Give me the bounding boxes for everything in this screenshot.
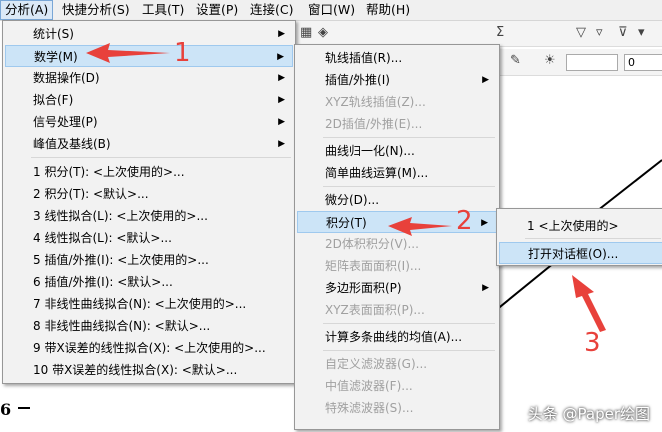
math-submenu-item-label: 多边形面积(P) (325, 281, 402, 295)
math-submenu-item-label: 微分(D)... (325, 193, 380, 207)
integral-submenu-item[interactable]: 1 <上次使用的> (499, 215, 662, 237)
analysis-menu-item[interactable]: 数学(M) ▶ (5, 45, 293, 67)
menu-separator (323, 350, 495, 351)
annotation-number-2: 2 (456, 206, 473, 236)
analysis-menu-recent-item-label: 4 线性拟合(L): <默认>... (33, 231, 172, 245)
analysis-menu-item[interactable]: 信号处理(P) ▶ (5, 111, 293, 133)
analysis-menu-item-label: 数学(M) (34, 50, 78, 64)
submenu-arrow-icon: ▶ (278, 73, 285, 83)
math-submenu-item-label: 简单曲线运算(M)... (325, 166, 429, 180)
math-submenu-item: XYZ轨线插值(Z)... (297, 91, 497, 113)
analysis-menu-recent-item-label: 9 带X误差的线性拟合(X): <上次使用的>... (33, 341, 266, 355)
watermark: 头条 @Paper绘图 (527, 405, 650, 423)
analysis-menu-recent-item-label: 8 非线性曲线拟合(N): <默认>... (33, 319, 211, 333)
math-submenu-item: 中值滤波器(F)... (297, 375, 497, 397)
analysis-menu-recent-item[interactable]: 3 线性拟合(L): <上次使用的>... (5, 205, 293, 227)
math-submenu-item-label: XYZ轨线插值(Z)... (325, 95, 426, 109)
math-submenu-item-label: 自定义滤波器(G)... (325, 357, 428, 371)
analysis-menu-item[interactable]: 拟合(F) ▶ (5, 89, 293, 111)
analysis-menu-recent-item[interactable]: 10 带X误差的线性拟合(X): <默认>... (5, 359, 293, 381)
submenu-arrow-icon: ▶ (278, 139, 285, 149)
analysis-menu-item[interactable]: 数据操作(D) ▶ (5, 67, 293, 89)
math-submenu-item-label: 积分(T) (326, 216, 367, 230)
menu-separator (31, 157, 291, 158)
analysis-menu-recent-item[interactable]: 8 非线性曲线拟合(N): <默认>... (5, 315, 293, 337)
analysis-menu-item-label: 统计(S) (33, 27, 74, 41)
analysis-menu-recent-item[interactable]: 6 插值/外推(I): <默认>... (5, 271, 293, 293)
math-submenu-item: XYZ表面面积(P)... (297, 299, 497, 321)
integral-submenu-item[interactable]: 打开对话框(O)... (499, 242, 662, 264)
annotation-number-1: 1 (174, 38, 191, 68)
math-submenu-item[interactable]: 轨线插值(R)... (297, 47, 497, 69)
submenu-arrow-icon: ▶ (277, 52, 284, 62)
integral-submenu-item-label: 1 <上次使用的> (527, 219, 619, 233)
math-submenu: 轨线插值(R)... 插值/外推(I) ▶ XYZ轨线插值(Z)... 2D插值/外推(… (294, 44, 500, 430)
analysis-menu-recent-item[interactable]: 9 带X误差的线性拟合(X): <上次使用的>... (5, 337, 293, 359)
math-submenu-item-label: 2D体积积分(V)... (325, 237, 419, 251)
math-submenu-item: 自定义滤波器(G)... (297, 353, 497, 375)
analysis-menu-item-label: 峰值及基线(B) (33, 137, 111, 151)
analysis-menu-item[interactable]: 峰值及基线(B) ▶ (5, 133, 293, 155)
math-submenu-item-label: 曲线归一化(N)... (325, 144, 415, 158)
menu-separator (525, 238, 661, 239)
math-submenu-item[interactable]: 曲线归一化(N)... (297, 140, 497, 162)
analysis-menu-recent-item-label: 1 积分(T): <上次使用的>... (33, 165, 185, 179)
analysis-menu-item-label: 数据操作(D) (33, 71, 100, 85)
analysis-menu-item-label: 拟合(F) (33, 93, 74, 107)
analysis-menu-recent-item[interactable]: 2 积分(T): <默认>... (5, 183, 293, 205)
menu-separator (323, 186, 495, 187)
annotation-number-3: 3 (584, 328, 601, 358)
math-submenu-item: 2D插值/外推(E)... (297, 113, 497, 135)
axis-tick-label: 6 (0, 400, 11, 419)
math-submenu-item[interactable]: 多边形面积(P) ▶ (297, 277, 497, 299)
math-submenu-item-label: 中值滤波器(F)... (325, 379, 413, 393)
submenu-arrow-icon: ▶ (482, 75, 489, 85)
menu-separator (323, 137, 495, 138)
analysis-menu-recent-item[interactable]: 4 线性拟合(L): <默认>... (5, 227, 293, 249)
submenu-arrow-icon: ▶ (278, 117, 285, 127)
analysis-menu-recent-item[interactable]: 1 积分(T): <上次使用的>... (5, 161, 293, 183)
math-submenu-item[interactable]: 简单曲线运算(M)... (297, 162, 497, 184)
math-submenu-item-label: 特殊滤波器(S)... (325, 401, 414, 415)
analysis-menu-recent-item-label: 5 插值/外推(I): <上次使用的>... (33, 253, 209, 267)
math-submenu-item-label: 矩阵表面面积(I)... (325, 259, 422, 273)
submenu-arrow-icon: ▶ (482, 283, 489, 293)
math-submenu-item-label: 2D插值/外推(E)... (325, 117, 423, 131)
analysis-menu-recent-item-label: 2 积分(T): <默认>... (33, 187, 149, 201)
math-submenu-item-label: 轨线插值(R)... (325, 51, 403, 65)
analysis-menu-recent-item-label: 7 非线性曲线拟合(N): <上次使用的>... (33, 297, 247, 311)
submenu-arrow-icon: ▶ (278, 29, 285, 39)
analysis-menu-item[interactable]: 统计(S) ▶ (5, 23, 293, 45)
analysis-menu-recent-item-label: 10 带X误差的线性拟合(X): <默认>... (33, 363, 238, 377)
math-submenu-item-label: XYZ表面面积(P)... (325, 303, 425, 317)
math-submenu-item-label: 插值/外推(I) (325, 73, 390, 87)
math-submenu-item[interactable]: 插值/外推(I) ▶ (297, 69, 497, 91)
submenu-arrow-icon: ▶ (278, 95, 285, 105)
analysis-menu: 统计(S) ▶ 数学(M) ▶ 数据操作(D) ▶ 拟合(F) ▶ 信号处理(P) ▶ 峰值及基线(… (2, 20, 296, 384)
analysis-menu-recent-item-label: 6 插值/外推(I): <默认>... (33, 275, 173, 289)
math-submenu-item[interactable]: 计算多条曲线的均值(A)... (297, 326, 497, 348)
math-submenu-item: 矩阵表面面积(I)... (297, 255, 497, 277)
analysis-menu-item-label: 信号处理(P) (33, 115, 98, 129)
analysis-menu-recent-item[interactable]: 5 插值/外推(I): <上次使用的>... (5, 249, 293, 271)
analysis-menu-recent-item-label: 3 线性拟合(L): <上次使用的>... (33, 209, 208, 223)
integral-submenu-item-label: 打开对话框(O)... (528, 247, 619, 261)
math-submenu-item: 2D体积积分(V)... (297, 233, 497, 255)
integral-submenu: 1 <上次使用的> 打开对话框(O)... (496, 208, 662, 266)
math-submenu-item: 特殊滤波器(S)... (297, 397, 497, 419)
submenu-arrow-icon: ▶ (481, 218, 488, 228)
menu-separator (323, 323, 495, 324)
analysis-menu-recent-item[interactable]: 7 非线性曲线拟合(N): <上次使用的>... (5, 293, 293, 315)
math-submenu-item-label: 计算多条曲线的均值(A)... (325, 330, 463, 344)
